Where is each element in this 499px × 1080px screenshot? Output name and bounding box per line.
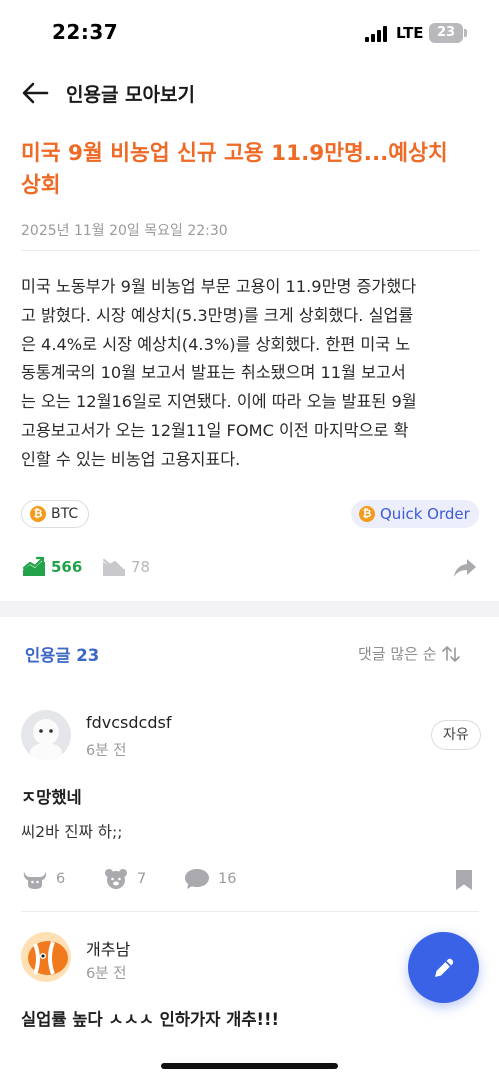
top-app-bar: 인용글 모아보기	[0, 70, 499, 116]
home-indicator	[161, 1063, 338, 1069]
bear-icon	[105, 869, 127, 889]
status-bar: 22:37 LTE 23	[0, 0, 499, 64]
article-body-line: 동통계국의 10월 보고서 발표는 취소됐으며 11월 보고서	[21, 363, 406, 383]
comment-time: 6분 전	[86, 966, 127, 982]
reply-count: 16	[218, 871, 237, 887]
quote-count-tab[interactable]: 인용글 23	[25, 642, 99, 666]
sort-label: 댓글 많은 순	[358, 645, 437, 663]
article-body-line: 은 4.4%로 시장 예상치(4.3%)를 상회했다. 한편 미국 노	[21, 334, 411, 354]
article-body-line: 고용보고서가 오는 12월11일 FOMC 이전 마지막으로 확	[21, 420, 409, 440]
bullish-button[interactable]: 566	[22, 556, 82, 578]
divider	[21, 911, 479, 912]
pencil-icon	[434, 958, 453, 977]
comment-text[interactable]: 씨2바 진짜 하;;	[21, 820, 122, 842]
article-body-line: 미국 노동부가 9월 비농업 부문 고용이 11.9만명 증가했다	[21, 277, 417, 296]
ticker-chip-btc[interactable]: ₿ BTC	[21, 500, 90, 528]
battery-tip	[464, 29, 467, 37]
share-icon[interactable]	[452, 556, 478, 580]
category-tag[interactable]: 자유	[431, 720, 481, 750]
bear-count: 7	[137, 871, 147, 887]
quick-order-button[interactable]: ₿ Quick Order	[351, 500, 479, 528]
section-divider	[0, 601, 499, 617]
battery-icon: 23	[429, 23, 463, 43]
dislike-count: 78	[131, 558, 151, 576]
article-title-line: 상회	[21, 173, 61, 198]
comment-time: 6분 전	[86, 743, 127, 759]
bull-icon	[23, 871, 47, 889]
back-arrow-icon[interactable]	[20, 79, 50, 107]
write-post-button[interactable]	[408, 932, 479, 1003]
bearish-button[interactable]: 78	[102, 556, 150, 578]
speech-bubble-icon	[185, 869, 209, 889]
bitcoin-icon: ₿	[30, 506, 46, 522]
comment-username[interactable]: 개추남	[86, 936, 130, 960]
network-label: LTE	[396, 24, 424, 42]
bull-reaction-button[interactable]: 6	[22, 868, 65, 890]
avatar[interactable]	[21, 932, 71, 982]
bitcoin-icon: ₿	[359, 506, 375, 522]
bookmark-icon[interactable]	[455, 869, 473, 891]
article-actions: 566 78	[0, 552, 499, 586]
divider	[21, 250, 479, 251]
article-title: 미국 9월 비농업 신규 고용 11.9만명...예상치 상회	[21, 138, 481, 202]
comments-header: 인용글 23 댓글 많은 순	[0, 638, 499, 668]
sort-dropdown[interactable]: 댓글 많은 순	[358, 643, 461, 664]
quick-order-label: Quick Order	[380, 505, 470, 523]
comment-actions: 6 7 16	[0, 866, 499, 896]
article-body-line: 인할 수 있는 비농업 고용지표다.	[21, 449, 241, 469]
article-body: 미국 노동부가 9월 비농업 부문 고용이 11.9만명 증가했다 고 밝혔다.…	[21, 273, 483, 475]
bull-count: 6	[56, 871, 66, 887]
avatar[interactable]	[21, 710, 71, 760]
reply-button[interactable]: 16	[184, 868, 236, 890]
status-time: 22:37	[52, 20, 119, 44]
page-title: 인용글 모아보기	[66, 84, 195, 106]
trend-up-icon	[22, 556, 45, 576]
article-date: 2025년 11월 20일 목요일 22:30	[21, 223, 228, 239]
trend-down-icon	[102, 558, 125, 576]
ticker-label: BTC	[51, 506, 79, 522]
comment-username[interactable]: fdvcsdcdsf	[86, 713, 171, 732]
comment-title[interactable]: 실업률 높다 ㅅㅅㅅ 인하가자 개추!!!	[21, 1006, 279, 1030]
article-body-line: 는 오는 12월16일로 지연됐다. 이에 따라 오늘 발표된 9월	[21, 392, 417, 412]
article-title-line: 미국 9월 비농업 신규 고용 11.9만명...예상치	[21, 141, 448, 166]
sort-icon	[441, 645, 460, 662]
like-count: 566	[51, 558, 83, 576]
article-body-line: 고 밝혔다. 시장 예상치(5.3만명)를 크게 상회했다. 실업률	[21, 305, 414, 325]
signal-icon	[365, 26, 389, 42]
comment-title[interactable]: ㅈ망했네	[21, 784, 82, 808]
bear-reaction-button[interactable]: 7	[103, 868, 146, 890]
